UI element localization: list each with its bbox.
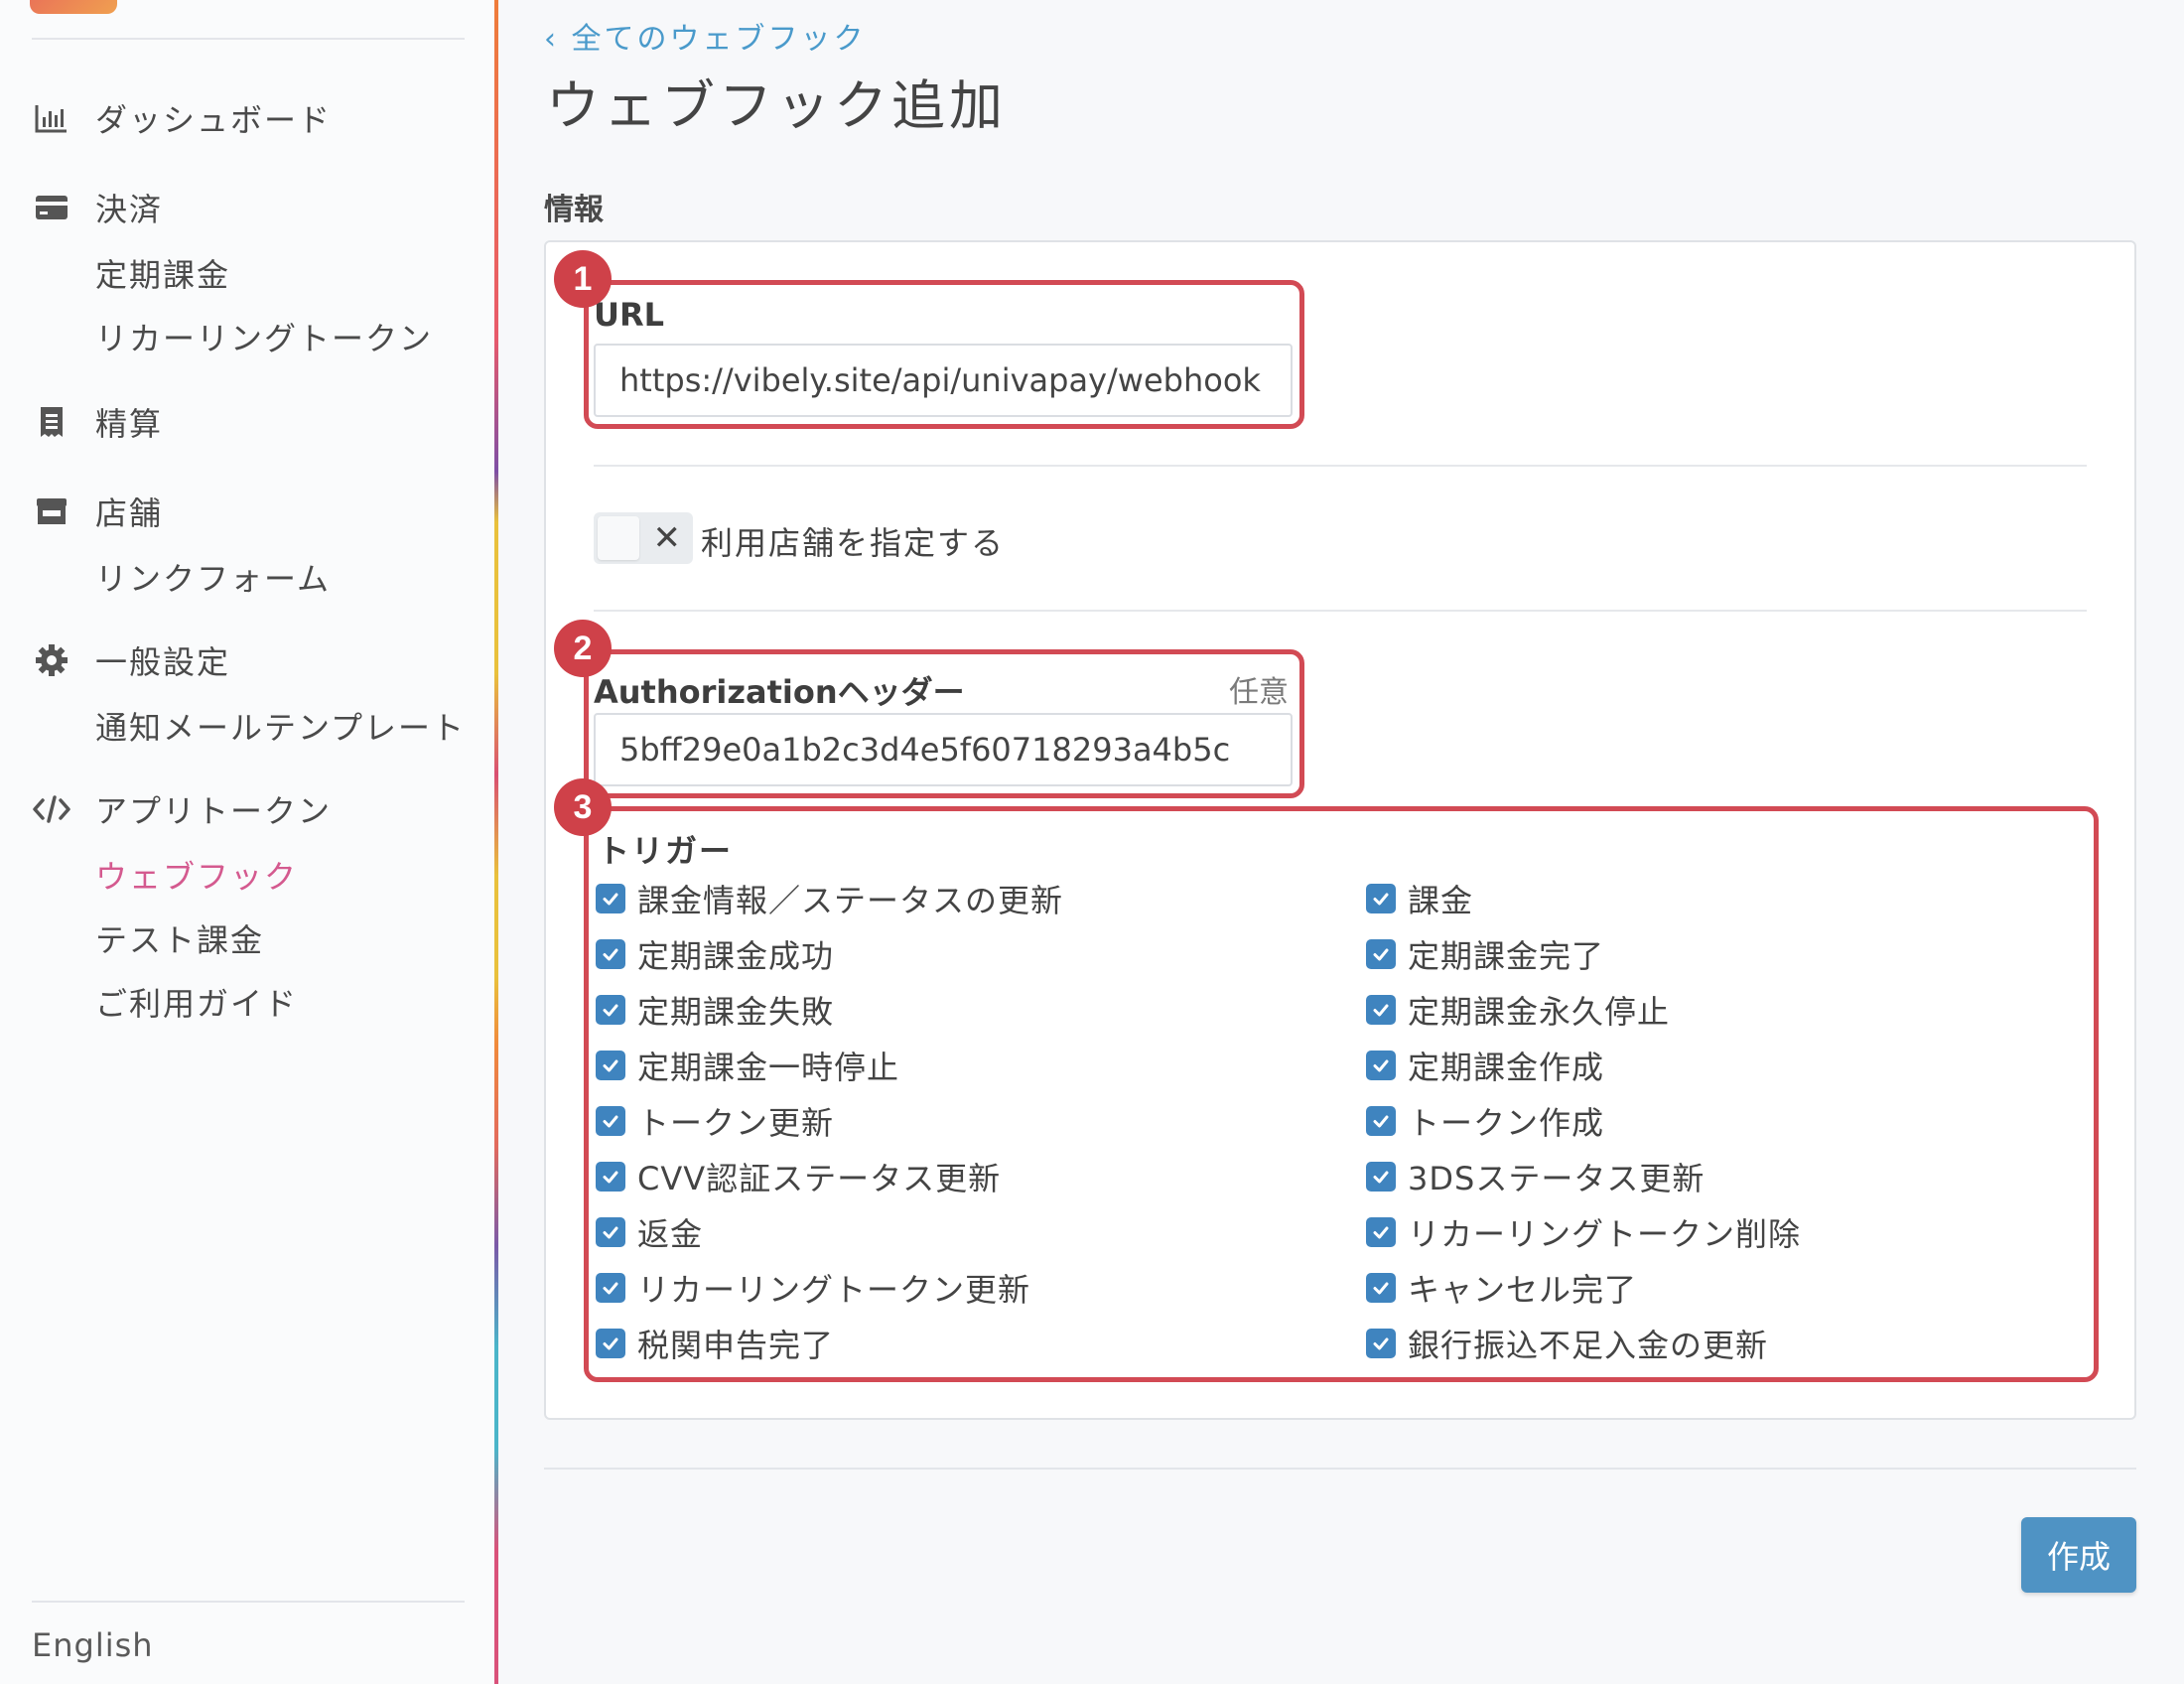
back-to-webhooks-link[interactable]: ‹ 全てのウェブフック	[544, 14, 867, 58]
credit-card-icon	[32, 188, 71, 227]
sidebar-divider	[32, 38, 465, 40]
gear-icon	[32, 640, 71, 680]
sidebar-item-email-templates[interactable]: 通知メールテンプレート	[95, 703, 466, 749]
sidebar-item-label: 一般設定	[95, 643, 231, 681]
code-icon	[32, 789, 71, 829]
receipt-icon	[32, 402, 71, 442]
close-icon: ✕	[652, 518, 682, 558]
store-restriction-toggle[interactable]: ✕	[594, 512, 693, 564]
annotation-box-2	[584, 649, 1304, 798]
sidebar-item-label: 精算	[95, 405, 164, 443]
store-restriction-label: 利用店舗を指定する	[701, 524, 1006, 562]
annotation-marker-1: 1	[554, 250, 612, 308]
sidebar-item-label: 店舗	[95, 494, 164, 532]
sidebar-item-general-settings[interactable]: 一般設定	[32, 637, 230, 683]
sidebar: ダッシュボード 決済 定期課金 リカーリングトークン 精算 店舗 リンクフォーム	[0, 0, 494, 1684]
annotation-marker-2: 2	[554, 620, 612, 677]
sidebar-item-label: 決済	[95, 191, 164, 228]
annotation-box-3	[584, 806, 2099, 1382]
sidebar-item-label: アプリトークン	[95, 792, 333, 830]
divider	[594, 465, 2087, 467]
sidebar-item-dashboard[interactable]: ダッシュボード	[32, 95, 332, 141]
app-logo[interactable]	[30, 0, 117, 14]
create-button[interactable]: 作成	[2021, 1517, 2136, 1593]
footer-divider	[544, 1468, 2136, 1470]
sidebar-item-test-charge[interactable]: テスト課金	[95, 915, 264, 961]
language-switch[interactable]: English	[32, 1626, 154, 1664]
sidebar-divider	[32, 1601, 465, 1603]
bar-chart-icon	[32, 98, 71, 138]
sidebar-item-link-form[interactable]: リンクフォーム	[95, 554, 331, 600]
section-title: 情報	[544, 193, 604, 227]
toggle-knob	[598, 516, 639, 560]
sidebar-item-label: ダッシュボード	[95, 101, 333, 139]
store-icon	[32, 491, 71, 531]
sidebar-item-usage-guide[interactable]: ご利用ガイド	[95, 979, 298, 1025]
divider	[594, 610, 2087, 612]
sidebar-item-settlement[interactable]: 精算	[32, 399, 163, 445]
sidebar-accent-stripe	[494, 0, 498, 1684]
sidebar-item-stores[interactable]: 店舗	[32, 489, 163, 534]
sidebar-item-recurring-tokens[interactable]: リカーリングトークン	[95, 314, 433, 359]
sidebar-item-subscriptions[interactable]: 定期課金	[95, 250, 230, 296]
annotation-box-1	[584, 280, 1304, 429]
annotation-marker-3: 3	[554, 778, 612, 836]
sidebar-item-webhooks[interactable]: ウェブフック	[95, 852, 298, 898]
sidebar-item-payments[interactable]: 決済	[32, 185, 163, 230]
sidebar-item-app-tokens[interactable]: アプリトークン	[32, 786, 332, 832]
page-title: ウェブフック追加	[546, 74, 1007, 137]
